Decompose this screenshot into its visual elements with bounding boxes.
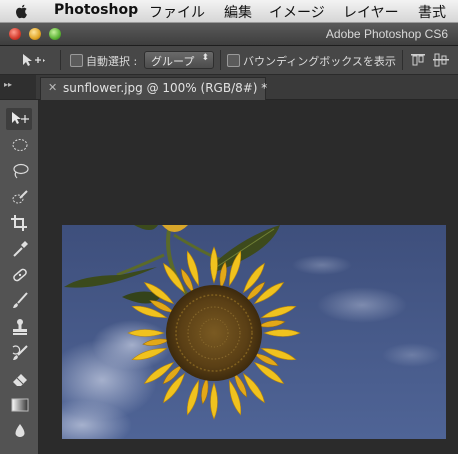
sunflower-image[interactable]	[62, 225, 446, 439]
history-brush-icon	[12, 345, 28, 360]
minimize-window-button[interactable]	[29, 28, 41, 40]
lasso-icon	[13, 163, 29, 179]
align-vertical-center-icon[interactable]	[432, 53, 450, 67]
lasso-tool[interactable]	[6, 160, 32, 182]
document-tab-label: sunflower.jpg @ 100% (RGB/8#) *	[63, 81, 268, 95]
brush-icon	[13, 292, 28, 308]
menu-image[interactable]: イメージ	[269, 2, 325, 22]
apple-icon[interactable]	[14, 3, 30, 19]
close-document-icon[interactable]: ✕	[48, 81, 57, 94]
auto-select-dropdown[interactable]: グループ ⬍	[144, 51, 214, 69]
crop-tool[interactable]	[6, 212, 32, 234]
auto-select-label: 自動選択 :	[86, 55, 138, 68]
options-separator	[402, 50, 403, 70]
brush-tool[interactable]	[6, 290, 32, 312]
quick-selection-icon	[12, 190, 28, 204]
eraser-icon	[13, 374, 27, 386]
auto-select-checkbox[interactable]	[70, 54, 83, 67]
options-separator	[60, 50, 61, 70]
elliptical-marquee-icon	[12, 139, 28, 151]
bandage-icon	[13, 268, 27, 282]
zoom-window-button[interactable]	[49, 28, 61, 40]
window-title: Adobe Photoshop CS6	[325, 27, 448, 41]
marquee-tool[interactable]	[6, 134, 32, 156]
show-bounding-box-label: バウンディングボックスを表示	[243, 55, 396, 68]
document-tab-bar: ▸▸ ✕ sunflower.jpg @ 100% (RGB/8#) *	[0, 75, 458, 100]
collapse-arrows-icon[interactable]: ▸▸	[4, 80, 12, 89]
menu-type[interactable]: 書式	[418, 2, 446, 22]
move-tool-icon	[12, 112, 29, 124]
show-bounding-box-checkbox[interactable]	[227, 54, 240, 67]
quick-selection-tool[interactable]	[6, 186, 32, 208]
document-tab[interactable]: ✕ sunflower.jpg @ 100% (RGB/8#) *	[40, 77, 268, 100]
updown-arrows-icon: ⬍	[201, 53, 209, 63]
blur-tool[interactable]	[6, 420, 32, 442]
menu-file[interactable]: ファイル	[149, 2, 205, 22]
crop-icon	[11, 215, 27, 231]
stamp-icon	[13, 319, 27, 335]
eraser-tool[interactable]	[6, 368, 32, 390]
align-top-icon[interactable]	[410, 53, 426, 67]
clone-stamp-tool[interactable]	[6, 316, 32, 338]
close-window-button[interactable]	[9, 28, 21, 40]
move-tool-preset-icon[interactable]	[20, 52, 46, 68]
window-title-bar: Adobe Photoshop CS6	[0, 23, 458, 46]
tools-panel	[0, 100, 39, 454]
history-brush-tool[interactable]	[6, 342, 32, 364]
eyedropper-tool[interactable]	[6, 238, 32, 260]
options-separator	[220, 50, 221, 70]
auto-select-value: グループ	[151, 55, 195, 68]
menu-layer[interactable]: レイヤー	[343, 2, 399, 22]
eyedropper-icon	[13, 241, 28, 257]
menu-bar: Photoshop ファイル 編集 イメージ レイヤー 書式	[0, 0, 458, 23]
water-drop-icon	[15, 424, 25, 437]
menu-edit[interactable]: 編集	[224, 2, 252, 22]
move-tool[interactable]	[6, 108, 32, 130]
healing-brush-tool[interactable]	[6, 264, 32, 286]
menu-app-name[interactable]: Photoshop	[54, 2, 138, 18]
tools-panel-header[interactable]: ▸▸	[0, 75, 36, 99]
options-bar: 自動選択 : グループ ⬍ バウンディングボックスを表示	[0, 46, 458, 75]
gradient-tool[interactable]	[6, 394, 32, 416]
gradient-icon	[11, 398, 29, 412]
